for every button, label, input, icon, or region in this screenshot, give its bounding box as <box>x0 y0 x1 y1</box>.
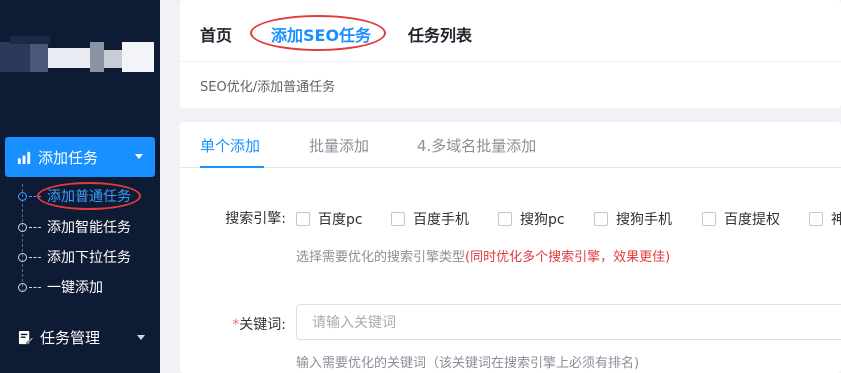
keyword-input[interactable]: 请输入关键词 <box>296 304 841 340</box>
checkbox-icon[interactable] <box>594 212 608 226</box>
sidebar-item-label: 添加下拉任务 <box>47 250 131 266</box>
checkbox-more[interactable]: 神 <box>809 209 841 229</box>
engine-hint-highlight: (同时优化多个搜索引擎，效果更佳) <box>465 250 671 265</box>
menu-add-task[interactable]: 添加任务 <box>5 137 155 177</box>
checkbox-icon[interactable] <box>391 212 405 226</box>
keyword-label: *关键词: <box>232 317 286 333</box>
sidebar-item-add-dropdown-task[interactable]: 添加下拉任务 <box>18 244 158 270</box>
annotation-circle <box>37 182 141 210</box>
chart-bar-icon <box>17 151 31 164</box>
checkbox-sogou-mobile[interactable]: 搜狗手机 <box>594 209 672 229</box>
checkbox-icon[interactable] <box>809 212 823 226</box>
sidebar-item-label: 添加智能任务 <box>47 220 131 236</box>
menu-task-management-label: 任务管理 <box>40 328 101 347</box>
edit-icon <box>18 330 33 344</box>
sidebar-item-add-smart-task[interactable]: 添加智能任务 <box>18 214 158 240</box>
tabs: 单个添加 批量添加 4.多域名批量添加 <box>180 122 841 168</box>
tab-active-indicator <box>200 166 264 168</box>
tab-single-add[interactable]: 单个添加 <box>200 135 260 156</box>
chevron-down-icon <box>135 154 143 159</box>
nav-item-home[interactable]: 首页 <box>200 22 232 46</box>
checkbox-baidu-pc[interactable]: 百度pc <box>296 209 363 229</box>
tree-node-icon <box>18 282 27 292</box>
tab-batch-add[interactable]: 批量添加 <box>309 135 369 156</box>
tree-node-icon <box>18 191 27 201</box>
tree-node-icon <box>18 252 27 262</box>
tree-node-icon <box>18 222 27 232</box>
annotation-oval <box>250 15 386 51</box>
sidebar-item-label: 一键添加 <box>47 280 103 296</box>
engine-label: 搜索引擎: <box>225 211 286 227</box>
engine-hint: 选择需要优化的搜索引擎类型(同时优化多个搜索引擎，效果更佳) <box>296 250 671 265</box>
checkbox-icon[interactable] <box>498 212 512 226</box>
logo <box>0 30 160 92</box>
keyword-placeholder: 请输入关键词 <box>312 315 396 331</box>
menu-add-task-label: 添加任务 <box>38 148 99 167</box>
sidebar: 添加任务 添加普通任务 添加智能任务 添加下拉任务 一键添加 任务管理 <box>0 0 160 373</box>
chevron-down-icon <box>137 335 145 340</box>
checkbox-icon[interactable] <box>702 212 716 226</box>
checkbox-sogou-pc[interactable]: 搜狗pc <box>498 209 565 229</box>
checkbox-baidu-boost[interactable]: 百度提权 <box>702 209 780 229</box>
checkbox-baidu-mobile[interactable]: 百度手机 <box>391 209 469 229</box>
top-nav: 首页 添加SEO任务 任务列表 <box>180 0 841 62</box>
sidebar-item-one-click-add[interactable]: 一键添加 <box>18 274 158 300</box>
breadcrumb: SEO优化/添加普通任务 <box>200 80 336 95</box>
top-card: 首页 添加SEO任务 任务列表 SEO优化/添加普通任务 <box>180 0 841 108</box>
tab-multi-domain-batch-add[interactable]: 4.多域名批量添加 <box>417 135 536 156</box>
nav-item-task-list[interactable]: 任务列表 <box>408 22 472 46</box>
keyword-hint: 输入需要优化的关键词（该关键词在搜索引擎上必须有排名) <box>296 356 640 371</box>
menu-task-management[interactable]: 任务管理 <box>18 324 153 350</box>
main-card: 单个添加 批量添加 4.多域名批量添加 搜索引擎: 百度pc 百度手机 搜狗pc… <box>180 122 841 373</box>
checkbox-icon[interactable] <box>296 212 310 226</box>
